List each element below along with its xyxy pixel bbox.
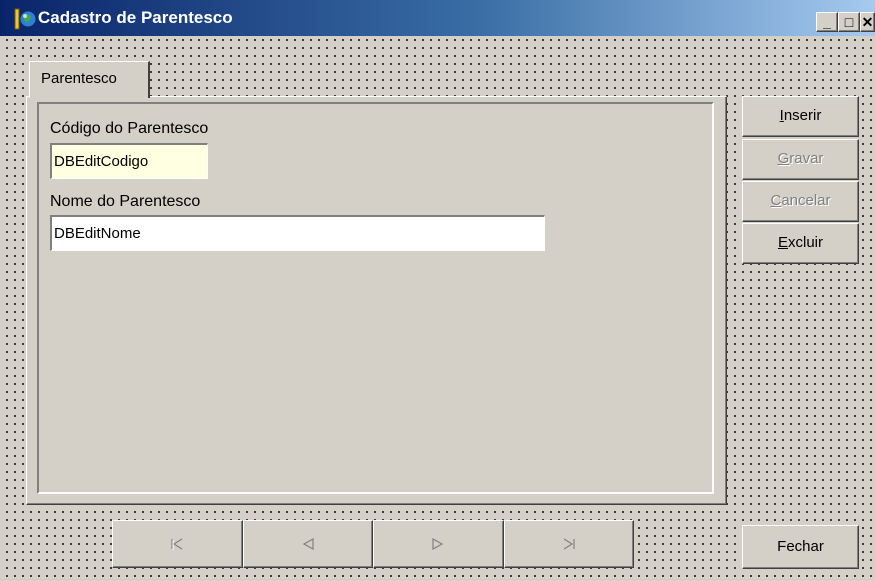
cancelar-label: ancelar — [781, 192, 831, 209]
minimize-icon: _ — [823, 14, 831, 30]
app-icon — [14, 8, 37, 30]
form-window: Cadastro de Parentesco _ □ ✕ Parentesco … — [0, 0, 875, 581]
excluir-accel: E — [777, 234, 788, 251]
minimize-button[interactable]: _ — [816, 12, 838, 32]
last-record-icon — [563, 538, 575, 550]
tab-label: Parentesco — [41, 70, 117, 87]
maximize-icon: □ — [844, 14, 854, 30]
excluir-label: xcluir — [788, 234, 824, 251]
tab-parentesco[interactable]: Parentesco — [29, 61, 150, 98]
codigo-label: Código do Parentesco — [50, 120, 209, 137]
next-record-icon — [432, 537, 444, 551]
fechar-label: Fechar — [777, 538, 824, 555]
page-frame: Código do Parentesco Nome do Parentesco — [37, 102, 714, 494]
maximize-button[interactable]: □ — [838, 12, 860, 32]
inserir-label: nserir — [783, 107, 822, 124]
first-record-icon — [171, 538, 183, 550]
gravar-accel: G — [777, 150, 790, 167]
cancelar-accel: C — [770, 192, 782, 209]
cancelar-button[interactable]: Cancelar — [742, 181, 859, 222]
nome-field[interactable] — [50, 215, 545, 251]
prior-record-icon — [302, 537, 314, 551]
inserir-button[interactable]: Inserir — [742, 96, 859, 137]
title-bar[interactable]: Cadastro de Parentesco _ □ ✕ — [0, 0, 875, 36]
prior-record-button[interactable] — [242, 520, 373, 568]
window-title: Cadastro de Parentesco — [38, 8, 233, 27]
first-record-button[interactable] — [112, 520, 243, 568]
next-record-button[interactable] — [373, 520, 504, 568]
close-icon: ✕ — [861, 14, 874, 30]
tab-page-parentesco: Código do Parentesco Nome do Parentesco — [26, 96, 727, 505]
last-record-button[interactable] — [503, 520, 634, 568]
fechar-button[interactable]: Fechar — [742, 525, 859, 569]
gravar-label: ravar — [789, 150, 824, 167]
nome-label: Nome do Parentesco — [50, 193, 201, 210]
db-navigator — [112, 520, 634, 568]
excluir-button[interactable]: Excluir — [742, 223, 859, 264]
codigo-field[interactable] — [50, 143, 208, 179]
gravar-button[interactable]: Gravar — [742, 139, 859, 180]
close-window-button[interactable]: ✕ — [860, 12, 875, 32]
